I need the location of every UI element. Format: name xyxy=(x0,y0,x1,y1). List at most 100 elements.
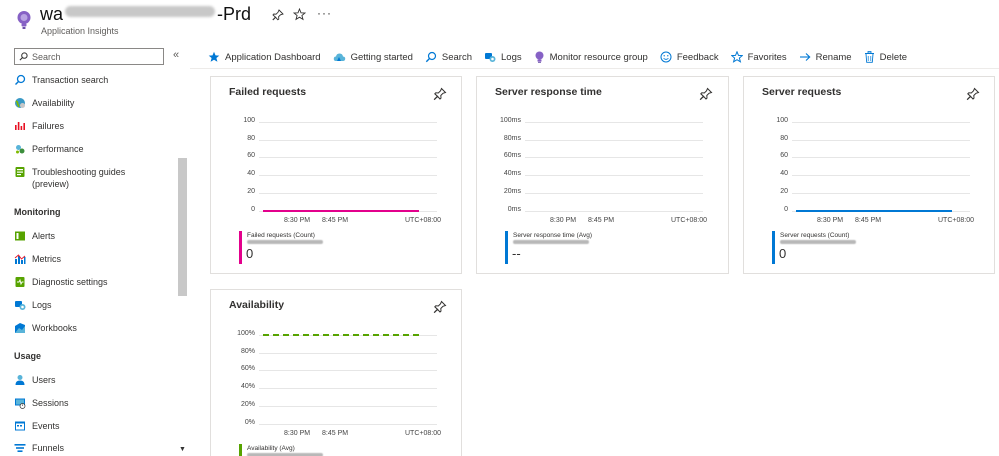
y-axis-tick-label: 80 xyxy=(247,134,255,142)
menu-scrollbar-thumb[interactable] xyxy=(178,158,187,296)
gridline xyxy=(792,175,970,177)
menu-item-label: Sessions xyxy=(32,398,69,408)
y-axis-tick-label: 40% xyxy=(240,383,255,391)
y-axis-tick-label: 80 xyxy=(780,134,788,142)
command-bar: Application Dashboard Getting started Se… xyxy=(208,50,919,64)
menu-item-label: Metrics xyxy=(32,254,61,264)
toolbar-label: Favorites xyxy=(747,51,787,63)
favorites-button[interactable]: Favorites xyxy=(730,51,787,63)
y-axis-tick-label: 100 xyxy=(776,117,788,124)
collapse-menu-button[interactable]: « xyxy=(173,49,179,61)
monitor-resource-group-button[interactable]: Monitor resource group xyxy=(534,51,648,63)
pin-to-dashboard-icon[interactable] xyxy=(966,87,980,101)
application-dashboard-button[interactable]: Application Dashboard xyxy=(208,51,321,63)
legend-value: 0 xyxy=(779,245,787,261)
gridline xyxy=(792,122,970,123)
feedback-button[interactable]: Feedback xyxy=(660,51,719,63)
rename-button[interactable]: Rename xyxy=(799,51,852,63)
gridline xyxy=(259,352,437,354)
menu-item-label: Troubleshooting guides (preview) xyxy=(32,167,126,189)
gridline xyxy=(525,175,703,177)
application-insights-icon xyxy=(17,11,31,29)
x-axis-tick-label: 8:30 PM xyxy=(284,429,311,437)
gridline xyxy=(525,122,703,123)
legend-value: 0 xyxy=(246,245,254,261)
logs-icon xyxy=(15,301,26,310)
menu-item-availability[interactable]: Availability xyxy=(14,97,164,109)
y-axis-tick-label: 60 xyxy=(247,152,255,160)
server-requests-tile[interactable]: Server requests 100 80 60 40 20 0 8:30 PM 8:45 … xyxy=(743,76,995,274)
legend-resource-name xyxy=(247,239,323,244)
search-icon xyxy=(19,52,28,61)
legend-series-name: Failed requests (Count) xyxy=(247,231,315,239)
y-axis-tick-label: 20 xyxy=(247,187,255,195)
menu-search-box[interactable] xyxy=(14,48,164,65)
pin-icon[interactable] xyxy=(272,9,284,21)
pin-to-dashboard-icon[interactable] xyxy=(433,87,447,101)
gridline xyxy=(525,210,703,212)
sessions-icon xyxy=(15,398,26,409)
y-axis-tick-label: 0 xyxy=(784,205,788,213)
star-outline-icon xyxy=(730,51,743,63)
menu-item-funnels[interactable]: Funnels xyxy=(14,442,164,454)
section-heading-monitoring: Monitoring xyxy=(14,207,61,217)
toolbar-label: Monitor resource group xyxy=(549,51,648,63)
menu-item-workbooks[interactable]: Workbooks xyxy=(14,322,164,334)
menu-item-label: Alerts xyxy=(32,231,56,241)
search-button[interactable]: Search xyxy=(425,51,472,63)
trash-icon xyxy=(864,51,874,63)
menu-item-logs[interactable]: Logs xyxy=(14,299,164,311)
menu-item-users[interactable]: Users xyxy=(14,374,164,386)
pin-to-dashboard-icon[interactable] xyxy=(699,87,713,101)
getting-started-button[interactable]: Getting started xyxy=(333,51,413,63)
gridline xyxy=(259,192,437,194)
gridline xyxy=(259,370,437,372)
globe-icon xyxy=(15,98,25,108)
delete-button[interactable]: Delete xyxy=(864,51,907,63)
gridline xyxy=(259,139,437,141)
failed-requests-tile[interactable]: Failed requests 100 80 60 40 20 0 8:30 PM 8:45 … xyxy=(210,76,462,274)
menu-item-label: Transaction search xyxy=(32,75,109,85)
menu-item-label: Availability xyxy=(32,98,75,108)
favorite-star-icon[interactable] xyxy=(293,8,306,21)
pin-to-dashboard-icon[interactable] xyxy=(433,300,447,314)
resource-type: Application Insights xyxy=(41,26,119,36)
y-axis-tick-label: 0 xyxy=(251,205,255,213)
gridline xyxy=(259,122,437,123)
tile-title: Server requests xyxy=(762,86,842,98)
menu-item-sessions[interactable]: Sessions xyxy=(14,397,164,409)
menu-item-troubleshooting-guides[interactable]: Troubleshooting guides (preview) xyxy=(14,166,164,190)
users-icon xyxy=(15,375,25,385)
menu-item-metrics[interactable]: Metrics xyxy=(14,253,164,265)
y-axis-tick-label: 80ms xyxy=(503,134,521,142)
legend-resource-name xyxy=(780,239,856,244)
menu-item-label: Diagnostic settings xyxy=(32,277,108,287)
x-axis-tick-label: 8:30 PM xyxy=(550,216,577,224)
more-options-button[interactable]: ··· xyxy=(317,6,332,20)
logs-button[interactable]: Logs xyxy=(484,51,522,63)
menu-item-events[interactable]: Events xyxy=(14,420,164,432)
y-axis-tick-label: 0% xyxy=(244,418,255,426)
menu-search-input[interactable] xyxy=(32,51,152,62)
menu-item-performance[interactable]: Performance xyxy=(14,143,164,155)
search-icon xyxy=(425,51,437,63)
menu-item-diagnostic-settings[interactable]: Diagnostic settings xyxy=(14,276,164,288)
menu-item-alerts[interactable]: Alerts xyxy=(14,230,164,242)
metrics-icon xyxy=(14,254,26,264)
y-axis-tick-label: 20 xyxy=(780,187,788,195)
legend-series-name: Server response time (Avg) xyxy=(513,231,592,239)
gridline xyxy=(525,139,703,141)
series-line xyxy=(796,209,952,212)
y-axis-tick-label: 100 xyxy=(243,117,255,124)
series-line xyxy=(263,334,419,336)
series-line xyxy=(263,209,419,212)
server-response-time-tile[interactable]: Server response time 100ms 80ms 60ms 40ms 20… xyxy=(476,76,729,274)
scroll-down-arrow-icon[interactable]: ▼ xyxy=(179,446,186,453)
tile-title: Server response time xyxy=(495,86,602,98)
menu-item-label: Funnels xyxy=(32,443,65,453)
tile-title: Availability xyxy=(229,299,285,311)
menu-item-failures[interactable]: Failures xyxy=(14,120,164,132)
timezone-label: UTC+08:00 xyxy=(405,216,441,224)
menu-item-transaction-search[interactable]: Transaction search xyxy=(14,74,164,86)
availability-tile[interactable]: Availability 100% 80% 60% 40% 20% 0% 8:30 PM 8:… xyxy=(210,289,462,456)
